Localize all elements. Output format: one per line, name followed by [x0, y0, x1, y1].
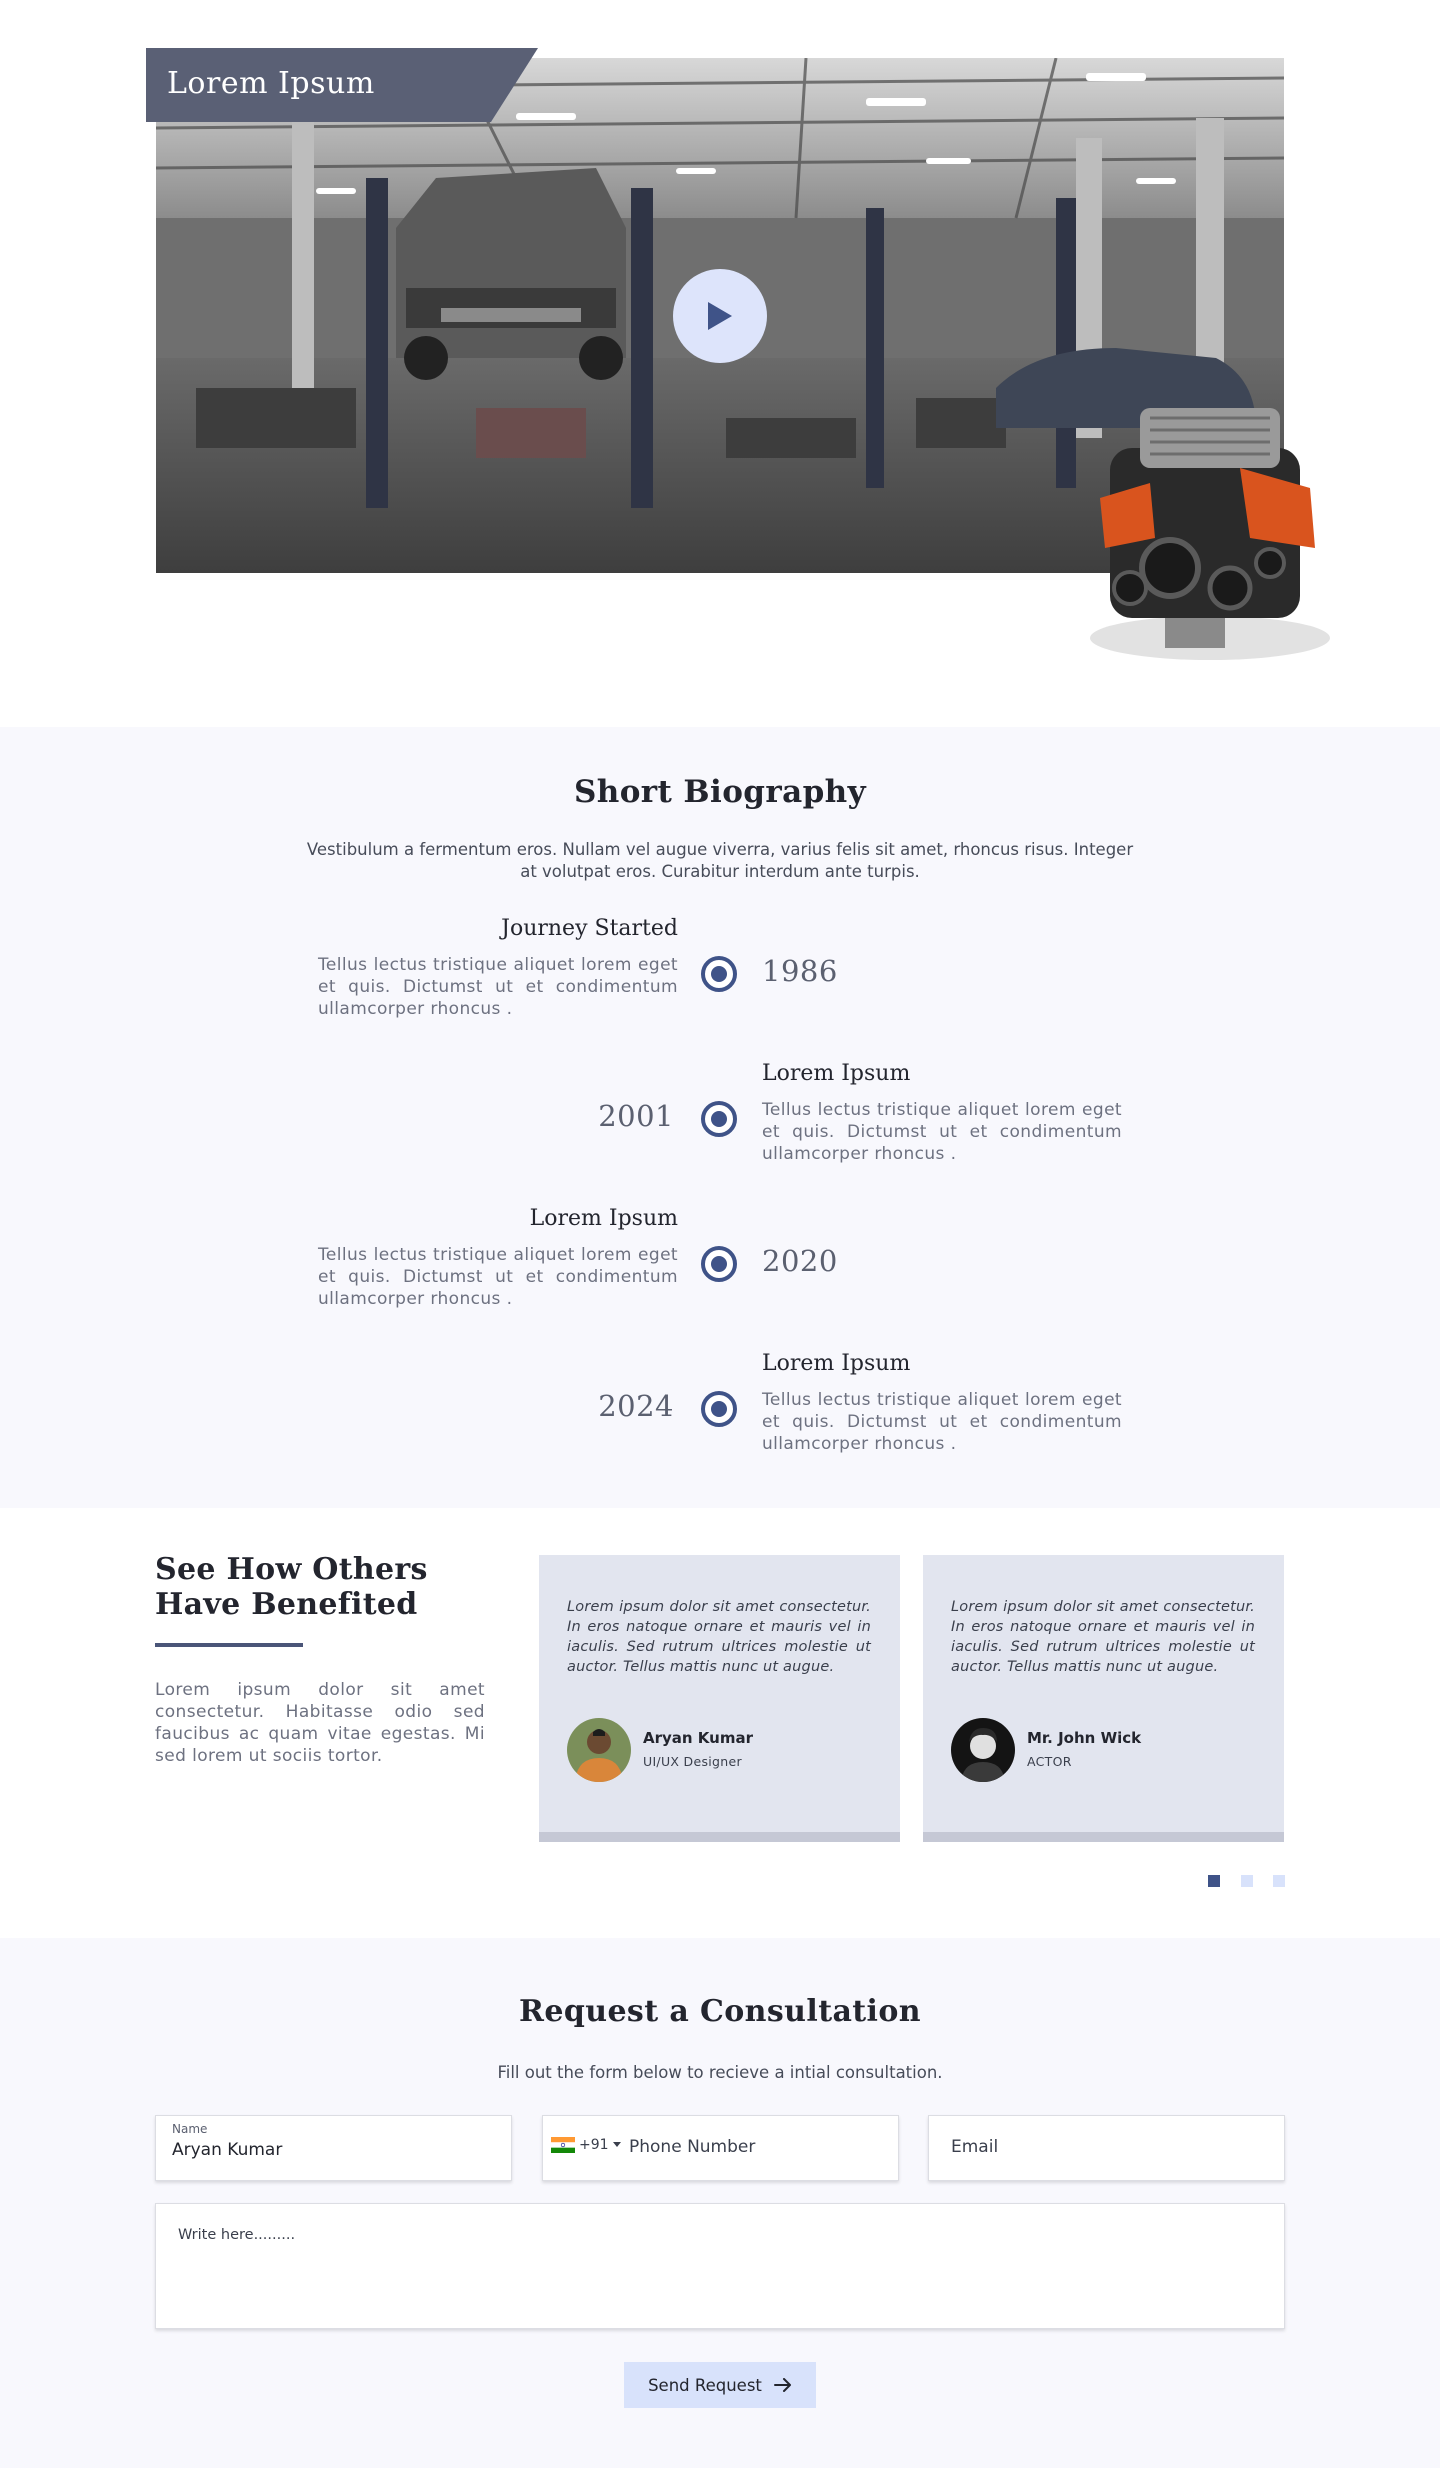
- biography-section: Short Biography Vestibulum a fermentum e…: [0, 727, 1440, 1508]
- testimonial-name: Aryan Kumar: [643, 1729, 753, 1747]
- timeline-node-icon: [701, 956, 737, 992]
- timeline-text: Tellus lectus tristique aliquet lorem eg…: [762, 1390, 1122, 1454]
- play-icon: [708, 302, 732, 330]
- pagination-dot-3[interactable]: [1273, 1875, 1285, 1887]
- hero-section: Lorem Ipsum: [0, 0, 1440, 727]
- biography-title: Short Biography: [573, 774, 867, 810]
- phone-input[interactable]: Phone Number: [629, 2137, 755, 2157]
- send-request-label: Send Request: [648, 2375, 762, 2395]
- timeline-item: 2024 Lorem Ipsum Tellus lectus tristique…: [0, 1351, 1440, 1491]
- country-code: +91: [579, 2137, 609, 2153]
- consultation-subtitle: Fill out the form below to recieve a int…: [497, 2063, 943, 2082]
- timeline-heading: Lorem Ipsum: [762, 1061, 911, 1086]
- timeline-text: Tellus lectus tristique aliquet lorem eg…: [318, 1245, 678, 1309]
- message-textarea[interactable]: Write here.........: [155, 2203, 1285, 2329]
- timeline-year: 2001: [598, 1099, 674, 1133]
- testimonial-role: UI/UX Designer: [643, 1754, 742, 1769]
- timeline-node-icon: [701, 1391, 737, 1427]
- pagination-dot-1[interactable]: [1208, 1875, 1220, 1887]
- timeline-year: 1986: [762, 954, 838, 988]
- timeline-heading: Lorem Ipsum: [529, 1206, 678, 1231]
- email-input[interactable]: Email: [951, 2137, 998, 2157]
- person-avatar-icon: [951, 1718, 1015, 1782]
- testimonial-name: Mr. John Wick: [1027, 1729, 1142, 1747]
- consultation-title: Request a Consultation: [519, 1994, 921, 2029]
- consultation-section: Request a Consultation Fill out the form…: [0, 1938, 1440, 2468]
- send-request-button[interactable]: Send Request: [624, 2362, 816, 2408]
- timeline-heading: Journey Started: [501, 916, 678, 941]
- testimonial-quote: Lorem ipsum dolor sit amet consectetur. …: [951, 1599, 1255, 1675]
- name-field[interactable]: Name Aryan Kumar: [155, 2115, 512, 2181]
- testimonial-quote: Lorem ipsum dolor sit amet consectetur. …: [567, 1599, 871, 1675]
- timeline-heading: Lorem Ipsum: [762, 1351, 911, 1376]
- engine-image: [1090, 408, 1330, 660]
- timeline-year: 2020: [762, 1244, 838, 1278]
- phone-field[interactable]: +91 Phone Number: [542, 2115, 899, 2181]
- testimonials-title: See How Others Have Benefited: [155, 1552, 428, 1622]
- hero-title-tag: Lorem Ipsum: [146, 48, 538, 122]
- testimonials-description: Lorem ipsum dolor sit amet consectetur. …: [155, 1680, 485, 1766]
- testimonial-card: Lorem ipsum dolor sit amet consectetur. …: [539, 1555, 900, 1842]
- play-video-button[interactable]: [673, 269, 767, 363]
- testimonial-role: ACTOR: [1027, 1754, 1072, 1769]
- timeline-text: Tellus lectus tristique aliquet lorem eg…: [762, 1100, 1122, 1164]
- timeline-item: Journey Started Tellus lectus tristique …: [0, 916, 1440, 1056]
- name-field-label: Name: [172, 2122, 208, 2136]
- email-field[interactable]: Email: [928, 2115, 1285, 2181]
- biography-intro: Vestibulum a fermentum eros. Nullam vel …: [306, 840, 1134, 881]
- avatar: [951, 1718, 1015, 1782]
- avatar: [567, 1718, 631, 1782]
- testimonial-card: Lorem ipsum dolor sit amet consectetur. …: [923, 1555, 1284, 1842]
- message-placeholder: Write here.........: [178, 2227, 296, 2243]
- arrow-right-icon: [773, 2378, 791, 2392]
- india-flag-icon: [551, 2137, 575, 2153]
- pagination-dot-2[interactable]: [1241, 1875, 1253, 1887]
- timeline-item: 2001 Lorem Ipsum Tellus lectus tristique…: [0, 1061, 1440, 1201]
- name-field-value[interactable]: Aryan Kumar: [172, 2140, 282, 2160]
- chevron-down-icon: [612, 2142, 621, 2147]
- title-underline: [155, 1643, 303, 1647]
- testimonials-section: See How Others Have Benefited Lorem ipsu…: [0, 1508, 1440, 1938]
- timeline-item: Lorem Ipsum Tellus lectus tristique aliq…: [0, 1206, 1440, 1346]
- timeline-year: 2024: [598, 1389, 674, 1423]
- country-code-selector[interactable]: +91: [551, 2137, 621, 2153]
- timeline-node-icon: [701, 1101, 737, 1137]
- timeline-text: Tellus lectus tristique aliquet lorem eg…: [318, 955, 678, 1019]
- person-avatar-icon: [567, 1718, 631, 1782]
- timeline-node-icon: [701, 1246, 737, 1282]
